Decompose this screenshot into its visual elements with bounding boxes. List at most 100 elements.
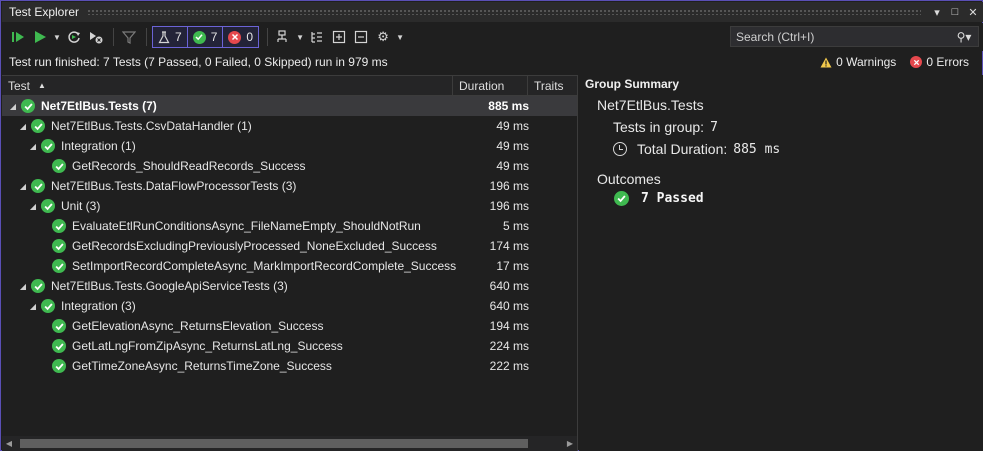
warnings-indicator[interactable]: 0 Warnings: [820, 55, 896, 69]
passed-icon: [192, 30, 206, 44]
close-icon[interactable]: ✕: [965, 4, 981, 20]
total-count: 7: [175, 30, 182, 44]
tree-row[interactable]: ◢ Net7EtlBus.Tests.GoogleApiServiceTests …: [2, 276, 577, 296]
tree-row-label: Integration (1): [61, 139, 136, 153]
drag-grip[interactable]: [87, 9, 921, 15]
run-status-bar: Test run finished: 7 Tests (7 Passed, 0 …: [2, 52, 983, 72]
tree-row[interactable]: GetRecords_ShouldReadRecords_Success 49 …: [2, 156, 577, 176]
tree-row-label: Net7EtlBus.Tests.GoogleApiServiceTests (…: [51, 279, 288, 293]
expand-all-icon[interactable]: [329, 26, 349, 48]
run-summary-text: Test run finished: 7 Tests (7 Passed, 0 …: [9, 55, 388, 69]
tree-row-duration: 885 ms: [488, 99, 529, 113]
column-header-duration[interactable]: Duration: [453, 76, 528, 95]
tree-row-label: SetImportRecordCompleteAsync_MarkImportR…: [72, 259, 457, 273]
tree-row-label: Net7EtlBus.Tests.DataFlowProcessorTests …: [51, 179, 297, 193]
tree-row[interactable]: ◢ Integration (3) 640 ms: [2, 296, 577, 316]
passed-count: 7: [210, 30, 218, 44]
tree-row-label: GetTimeZoneAsync_ReturnsTimeZone_Success: [72, 359, 332, 373]
passed-icon: [52, 339, 66, 353]
passed-icon: [21, 99, 35, 113]
horizontal-scrollbar[interactable]: ◀ ▶: [2, 436, 577, 451]
cancel-run-icon[interactable]: [86, 26, 106, 48]
settings-gear-icon[interactable]: ⚙: [373, 26, 393, 48]
settings-dropdown-icon[interactable]: ▼: [395, 26, 405, 48]
expanded-caret-icon[interactable]: ◢: [18, 122, 28, 131]
tree-row-duration: 49 ms: [496, 139, 529, 153]
separator: [146, 28, 147, 46]
group-by-dropdown-icon[interactable]: ▼: [295, 26, 305, 48]
passed-tests-counter[interactable]: 7: [188, 27, 224, 47]
tree-row[interactable]: EvaluateEtlRunConditionsAsync_FileNameEm…: [2, 216, 577, 236]
expanded-caret-icon[interactable]: ◢: [28, 302, 38, 311]
dropdown-icon[interactable]: ▾: [929, 4, 945, 20]
tree-row-label: EvaluateEtlRunConditionsAsync_FileNameEm…: [72, 219, 421, 233]
maximize-icon[interactable]: □: [947, 4, 963, 20]
tree-row[interactable]: GetRecordsExcludingPreviouslyProcessed_N…: [2, 236, 577, 256]
search-icon[interactable]: ⚲▾: [950, 30, 978, 44]
scroll-track[interactable]: [16, 439, 563, 448]
group-summary-pane: Group Summary Net7EtlBus.Tests Tests in …: [579, 75, 983, 451]
outcome-passed[interactable]: 7 Passed: [579, 191, 983, 206]
collapse-all-icon[interactable]: [351, 26, 371, 48]
filter-icon[interactable]: [119, 26, 139, 48]
tree-row[interactable]: ◢ Net7EtlBus.Tests (7) 885 ms: [2, 96, 577, 116]
hierarchy-icon[interactable]: [307, 26, 327, 48]
errors-indicator[interactable]: 0 Errors: [910, 55, 969, 69]
passed-icon: [31, 179, 45, 193]
tests-in-group-label: Tests in group:: [613, 119, 705, 135]
total-duration-line: Total Duration: 885 ms: [579, 141, 983, 157]
tree-row[interactable]: GetElevationAsync_ReturnsElevation_Succe…: [2, 316, 577, 336]
expanded-caret-icon[interactable]: ◢: [18, 282, 28, 291]
expanded-caret-icon[interactable]: ◢: [28, 142, 38, 151]
tree-row[interactable]: ◢ Integration (1) 49 ms: [2, 136, 577, 156]
scroll-left-icon[interactable]: ◀: [2, 439, 16, 448]
passed-icon: [52, 239, 66, 253]
tree-row[interactable]: ◢ Net7EtlBus.Tests.DataFlowProcessorTests…: [2, 176, 577, 196]
playlist-icon[interactable]: [273, 26, 293, 48]
tree-row[interactable]: SetImportRecordCompleteAsync_MarkImportR…: [2, 256, 577, 276]
tree-row-duration: 49 ms: [496, 119, 529, 133]
test-explorer-window: Test Explorer ▾ □ ✕ ▼ 7 7 0 ▼ ⚙ ▼ Search…: [0, 0, 983, 451]
tree-row-duration: 640 ms: [489, 299, 529, 313]
column-header-traits[interactable]: Traits: [528, 76, 576, 95]
tree-row-label: GetElevationAsync_ReturnsElevation_Succe…: [72, 319, 324, 333]
passed-icon: [41, 199, 55, 213]
run-icon[interactable]: [30, 26, 50, 48]
warning-icon: [820, 57, 832, 67]
scroll-right-icon[interactable]: ▶: [563, 439, 577, 448]
passed-icon: [52, 159, 66, 173]
tree-row-duration: 49 ms: [496, 159, 529, 173]
tree-row-label: GetRecords_ShouldReadRecords_Success: [72, 159, 306, 173]
scroll-thumb[interactable]: [20, 439, 528, 448]
column-header-test[interactable]: Test ▲: [2, 76, 453, 95]
expanded-caret-icon[interactable]: ◢: [28, 202, 38, 211]
separator: [267, 28, 269, 46]
tests-in-group-line: Tests in group: 7: [579, 119, 983, 135]
window-title: Test Explorer: [9, 5, 80, 19]
repeat-run-icon[interactable]: [64, 26, 84, 48]
tree-row-duration: 196 ms: [489, 199, 529, 213]
total-tests-counter[interactable]: 7: [153, 27, 188, 47]
expanded-caret-icon[interactable]: ◢: [18, 182, 28, 191]
expanded-caret-icon[interactable]: ◢: [8, 102, 18, 111]
error-icon: [910, 56, 923, 68]
passed-icon: [52, 259, 66, 273]
outcome-passed-text: 7 Passed: [641, 191, 704, 206]
failed-tests-counter[interactable]: 0: [223, 27, 258, 47]
failed-count: 0: [246, 30, 254, 44]
tree-row-duration: 5 ms: [502, 219, 529, 233]
tree-row[interactable]: GetLatLngFromZipAsync_ReturnsLatLng_Succ…: [2, 336, 577, 356]
tree-row-label: Unit (3): [61, 199, 101, 213]
flask-icon: [158, 30, 170, 43]
errors-text: 0 Errors: [926, 55, 969, 69]
search-input[interactable]: Search (Ctrl+I) ⚲▾: [730, 26, 979, 47]
title-bar[interactable]: Test Explorer ▾ □ ✕: [2, 2, 983, 22]
tree-row-label: GetRecordsExcludingPreviouslyProcessed_N…: [72, 239, 437, 253]
tree-row[interactable]: GetTimeZoneAsync_ReturnsTimeZone_Success…: [2, 356, 577, 376]
tree-row[interactable]: ◢ Unit (3) 196 ms: [2, 196, 577, 216]
run-all-icon[interactable]: [8, 26, 28, 48]
tree-row[interactable]: ◢ Net7EtlBus.Tests.CsvDataHandler (1) 49 …: [2, 116, 577, 136]
tree-row-duration: 17 ms: [496, 259, 529, 273]
run-dropdown-icon[interactable]: ▼: [52, 26, 62, 48]
passed-icon: [31, 119, 45, 133]
